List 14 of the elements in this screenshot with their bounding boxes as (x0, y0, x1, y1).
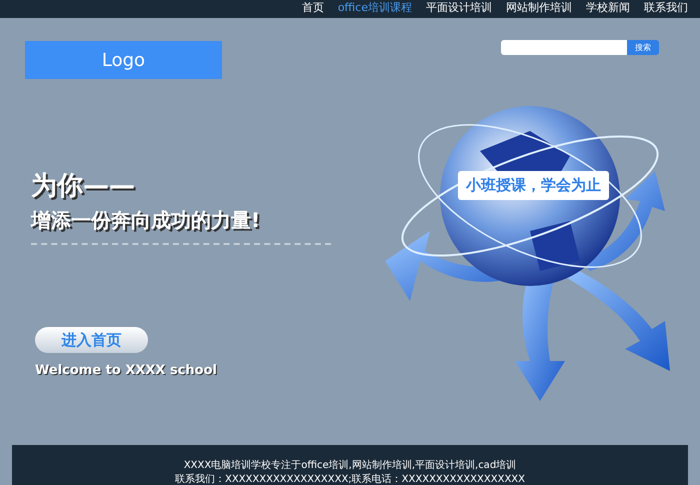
nav-link[interactable]: 学校新闻 (586, 2, 630, 14)
nav-link[interactable]: office培训课程 (338, 2, 412, 14)
nav-link[interactable]: 联系我们 (644, 2, 688, 14)
footer-text: XXXX电脑培训学校专注于office培训,网站制作培训,平面设计培训,cad培训 (184, 460, 516, 472)
nav-link[interactable]: 首页 (302, 2, 324, 14)
welcome-text: Welcome to XXXX school (35, 362, 218, 380)
nav-link[interactable]: 平面设计培训 (426, 2, 492, 14)
footer-text: 联系我们：XXXXXXXXXXXXXXXXXX;联系电话：XXXXXXXXXXXXXXXXXX (175, 474, 525, 485)
slogan-badge: 小班授课，学会为止 (458, 171, 609, 200)
hero-title: 为你—— (31, 171, 136, 201)
hero-subtitle: 增添一份奔向成功的力量! (31, 207, 262, 233)
search-button[interactable]: 搜索 (627, 40, 659, 55)
nav-link[interactable]: 网站制作培训 (506, 2, 572, 14)
search-field[interactable] (501, 40, 627, 55)
